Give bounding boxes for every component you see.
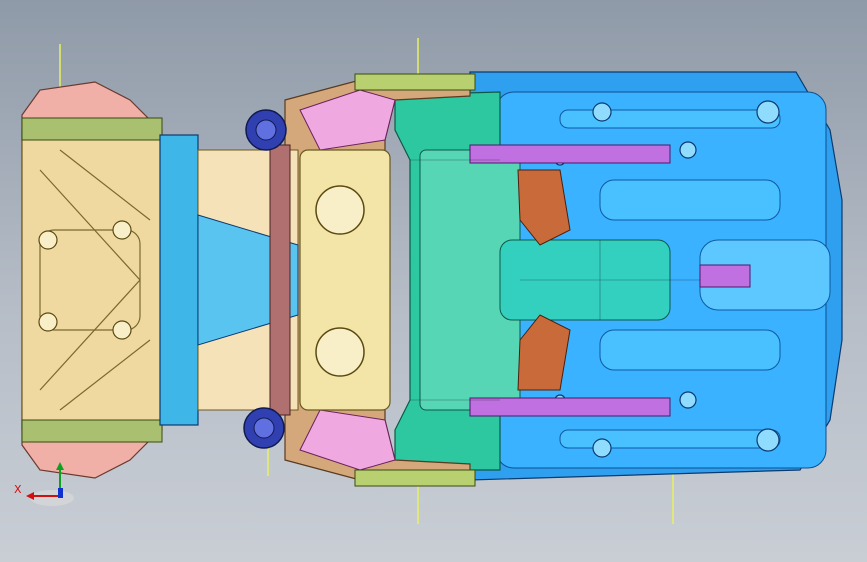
shock-tower-hole-lower <box>315 327 365 377</box>
coordinate-triad: X <box>14 462 74 506</box>
x-axis-label: X <box>14 483 22 496</box>
strut-mount-lower[interactable] <box>243 407 285 449</box>
x-axis-head <box>26 492 34 500</box>
y-axis-marker <box>58 488 63 498</box>
triad-base <box>30 490 74 506</box>
shock-tower-hole-upper <box>315 185 365 235</box>
front-rail-bottom-edge <box>21 419 163 443</box>
underbody-assembly-model[interactable] <box>0 0 867 562</box>
strut-mount-upper[interactable] <box>245 109 287 151</box>
front-rail-top-edge <box>21 117 163 141</box>
z-axis-head <box>56 462 64 470</box>
rocker-sill-upper <box>354 73 476 91</box>
engine-mount-bar <box>269 144 291 416</box>
rocker-sill-lower <box>354 469 476 487</box>
front-crossmember[interactable] <box>159 134 199 426</box>
cad-viewport[interactable]: X <box>0 0 867 562</box>
